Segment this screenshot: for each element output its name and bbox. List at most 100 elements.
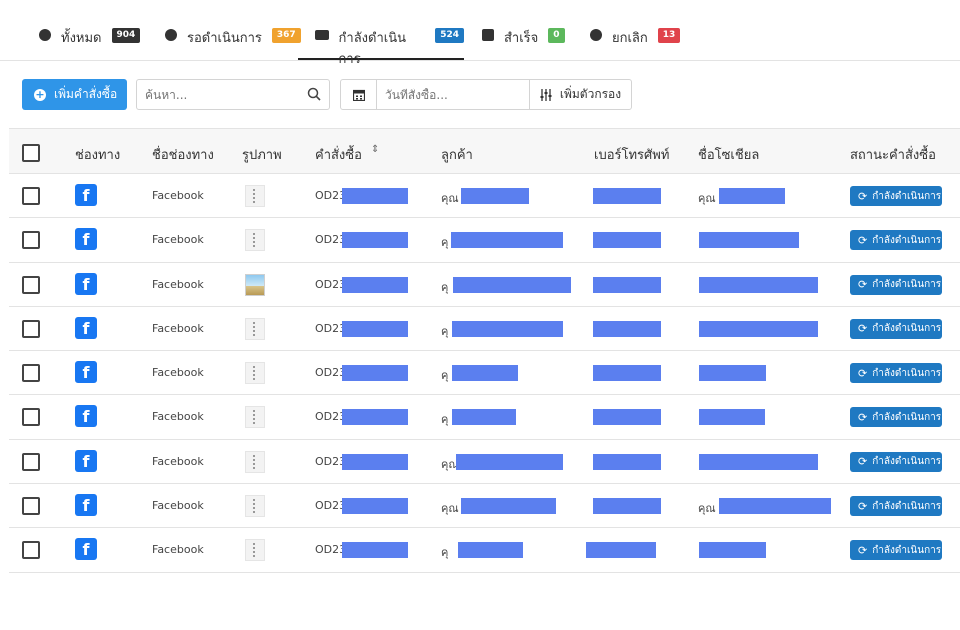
search-box: [136, 79, 330, 110]
redacted-phone: [593, 320, 661, 337]
tab-label: กำลังดำเนินการ: [338, 31, 406, 67]
redacted-customer-name: [452, 320, 563, 337]
table-row[interactable]: f Facebook OD23 คุณ คุณ ⟳ กำลังดำเนินการ: [9, 484, 960, 529]
row-checkbox[interactable]: [22, 275, 40, 294]
sort-icon[interactable]: ⇕: [371, 144, 379, 155]
add-filter-button[interactable]: เพิ่มตัวกรอง: [529, 79, 632, 110]
channel-name: Facebook: [152, 410, 204, 424]
truck-icon: [315, 30, 329, 40]
order-status-button[interactable]: ⟳ กำลังดำเนินการ: [850, 318, 942, 339]
redacted-customer-name: [453, 276, 571, 293]
clock-icon: [165, 29, 177, 41]
table-row[interactable]: f Facebook OD23 คุ ⟳ กำลังดำเนินการ: [9, 263, 960, 307]
order-status-button[interactable]: ⟳ กำลังดำเนินการ: [850, 451, 942, 472]
refresh-icon: ⟳: [858, 455, 868, 469]
channel-name: Facebook: [152, 321, 204, 335]
calendar-check-icon: [482, 29, 494, 41]
globe-icon: [39, 29, 51, 41]
tab-pending[interactable]: รอดำเนินการ 367: [165, 26, 301, 60]
product-thumbnail[interactable]: [245, 273, 265, 296]
search-icon[interactable]: [307, 87, 321, 101]
order-status-button[interactable]: ⟳ กำลังดำเนินการ: [850, 363, 942, 384]
table-row[interactable]: f Facebook OD23 คุ ⟳ กำลังดำเนินการ: [9, 307, 960, 352]
column-header-order-status: สถานะคำสั่งซื้อ: [850, 148, 936, 163]
redacted-social-name: [699, 320, 818, 337]
refresh-icon: ⟳: [858, 499, 868, 513]
order-status-button[interactable]: ⟳ กำลังดำเนินการ: [850, 496, 942, 517]
row-checkbox[interactable]: [22, 364, 40, 383]
search-input[interactable]: [137, 87, 297, 102]
redacted-customer-name: [452, 365, 518, 382]
column-header-customer: ลูกค้า: [441, 148, 473, 163]
table-body: f Facebook OD23 คุณ คุณ ⟳ กำลังดำเนินการ f Faceb…: [9, 174, 960, 573]
tab-label: ทั้งหมด: [61, 31, 102, 46]
add-order-label: เพิ่มคำสั่งซื้อ: [54, 87, 118, 101]
row-checkbox[interactable]: [22, 319, 40, 338]
channel-name: Facebook: [152, 543, 204, 557]
table-row[interactable]: f Facebook OD23 คุ ⟳ กำลังดำเนินการ: [9, 218, 960, 263]
channel-name: Facebook: [152, 189, 204, 202]
table-row[interactable]: f Facebook OD23 คุ ⟳ กำลังดำเนินการ: [9, 395, 960, 440]
count-badge: 0: [548, 28, 565, 43]
tab-cancelled[interactable]: ยกเลิก 13: [590, 26, 681, 60]
column-header-social-name: ชื่อโซเชียล: [698, 148, 760, 163]
tab-in-progress[interactable]: กำลังดำเนินการ 524: [298, 26, 464, 67]
product-thumbnail[interactable]: [245, 539, 265, 562]
redacted-social-name: [699, 453, 818, 470]
social-name: คุณ: [698, 502, 716, 516]
add-order-button[interactable]: + เพิ่มคำสั่งซื้อ: [22, 79, 127, 110]
tab-label: สำเร็จ: [504, 31, 539, 46]
redacted-order-number: [342, 453, 408, 470]
product-thumbnail[interactable]: [245, 495, 265, 518]
facebook-icon: f: [75, 228, 97, 251]
redacted-order-number: [342, 498, 408, 515]
row-checkbox[interactable]: [22, 408, 40, 427]
redacted-customer-name: [456, 453, 563, 470]
customer-name: คุ: [441, 324, 449, 338]
order-date-input[interactable]: [377, 87, 517, 102]
row-checkbox[interactable]: [22, 452, 40, 471]
table-row[interactable]: f Facebook OD23 คุณ คุณ ⟳ กำลังดำเนินการ: [9, 174, 960, 219]
order-status-button[interactable]: ⟳ กำลังดำเนินการ: [850, 407, 942, 428]
channel-name: Facebook: [152, 366, 204, 380]
calendar-icon[interactable]: [341, 80, 377, 109]
plus-icon: +: [34, 87, 46, 101]
customer-name: คุ: [441, 413, 449, 427]
tab-label: ยกเลิก: [612, 31, 648, 46]
order-date-picker: [340, 79, 530, 110]
customer-name: คุ: [441, 280, 449, 294]
product-thumbnail[interactable]: [245, 450, 265, 473]
product-thumbnail[interactable]: [245, 229, 265, 252]
column-header-order[interactable]: คำสั่งซื้อ: [315, 144, 362, 165]
row-checkbox[interactable]: [22, 497, 40, 516]
select-all-checkbox[interactable]: [22, 144, 40, 162]
row-checkbox[interactable]: [22, 541, 40, 560]
refresh-icon: ⟳: [858, 543, 868, 557]
order-status-button[interactable]: ⟳ กำลังดำเนินการ: [850, 230, 942, 251]
facebook-icon: f: [75, 361, 97, 384]
redacted-phone: [593, 409, 661, 426]
product-thumbnail[interactable]: [245, 185, 265, 207]
order-status-button[interactable]: ⟳ กำลังดำเนินการ: [850, 186, 942, 206]
customer-name: คุณ: [441, 192, 459, 205]
tab-success[interactable]: สำเร็จ 0: [482, 26, 565, 60]
customer-name: คุ: [441, 236, 449, 250]
redacted-phone: [593, 365, 661, 382]
count-badge: 904: [111, 28, 141, 43]
product-thumbnail[interactable]: [245, 362, 265, 385]
order-status-button[interactable]: ⟳ กำลังดำเนินการ: [850, 274, 942, 295]
table-row[interactable]: f Facebook OD23 คุ ⟳ กำลังดำเนินการ: [9, 528, 960, 573]
facebook-icon: f: [75, 494, 97, 517]
table-row[interactable]: f Facebook OD23 คุณ ⟳ กำลังดำเนินการ: [9, 440, 960, 485]
count-badge: 367: [271, 28, 301, 43]
refresh-icon: ⟳: [858, 366, 868, 380]
order-status-button[interactable]: ⟳ กำลังดำเนินการ: [850, 540, 942, 561]
row-checkbox[interactable]: [22, 187, 40, 205]
column-header-phone: เบอร์โทรศัพท์: [594, 148, 670, 163]
row-checkbox[interactable]: [22, 231, 40, 250]
product-thumbnail[interactable]: [245, 317, 265, 340]
product-thumbnail[interactable]: [245, 406, 265, 429]
redacted-customer-name: [461, 498, 556, 515]
tab-all[interactable]: ทั้งหมด 904: [39, 26, 141, 60]
table-row[interactable]: f Facebook OD23 คุ ⟳ กำลังดำเนินการ: [9, 351, 960, 396]
